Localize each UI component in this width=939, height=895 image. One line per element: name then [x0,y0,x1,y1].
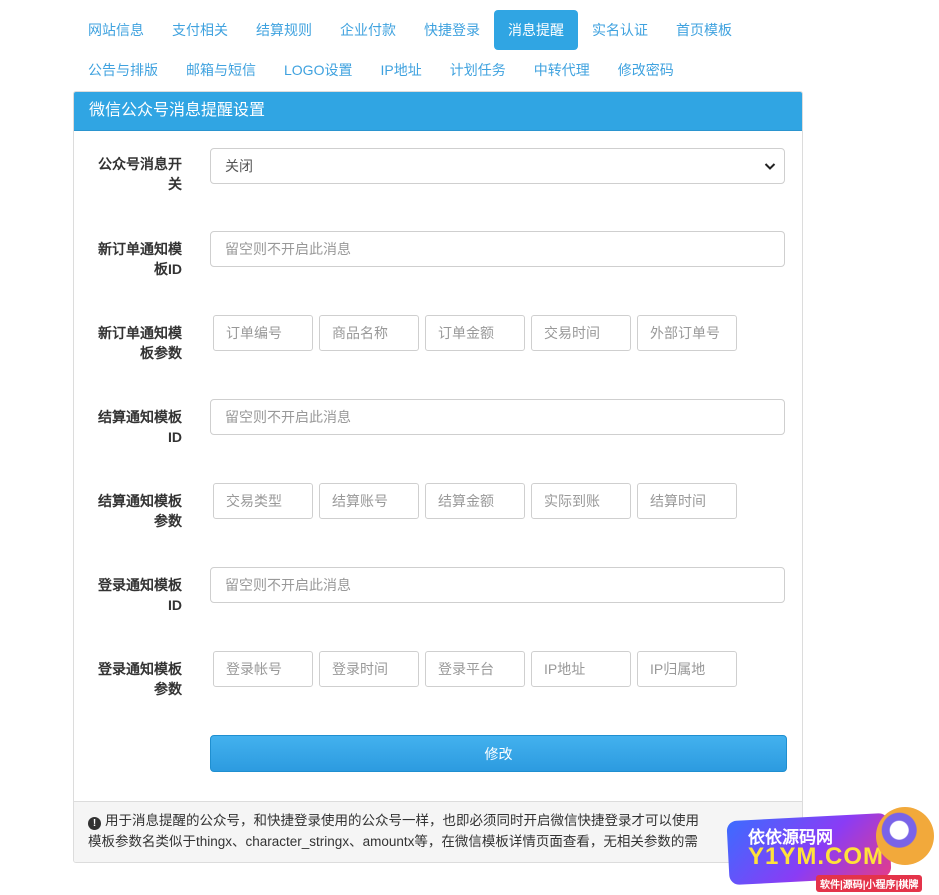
order-template-id-input[interactable] [210,231,785,267]
login-param-input[interactable] [213,651,313,687]
login-param-input[interactable] [319,651,419,687]
tab-quick-login[interactable]: 快捷登录 [410,10,494,50]
login-template-id-label: 登录通知模板 ID [98,577,182,613]
settle-param-input[interactable] [637,483,737,519]
tab-website-info[interactable]: 网站信息 [74,10,158,50]
tab-change-password[interactable]: 修改密码 [604,50,688,90]
settle-template-params-label: 结算通知模板 参数 [98,493,182,529]
settle-param-input[interactable] [319,483,419,519]
tab-logo-settings[interactable]: LOGO设置 [270,50,366,90]
tab-ip-address[interactable]: IP地址 [366,50,435,90]
settle-param-input[interactable] [425,483,525,519]
order-param-input[interactable] [531,315,631,351]
login-params-group [213,651,737,687]
login-param-input[interactable] [531,651,631,687]
tab-email-sms[interactable]: 邮箱与短信 [172,50,270,90]
tab-settlement-rules[interactable]: 结算规则 [242,10,326,50]
watermark-text-2: Y1YM.COM [748,843,885,870]
order-param-input[interactable] [425,315,525,351]
message-switch-select[interactable]: 关闭 [210,148,785,184]
settle-template-id-input[interactable] [210,399,785,435]
panel-title: 微信公众号消息提醒设置 [74,92,802,131]
watermark-logo: 依依源码网 Y1YM.COM 软件|源码|小程序|棋牌 [718,803,939,895]
tab-message-notify[interactable]: 消息提醒 [494,10,578,50]
settle-template-id-label: 结算通知模板 ID [98,409,182,445]
switch-label: 公众号消息开关 [98,156,182,192]
order-param-input[interactable] [319,315,419,351]
submit-button[interactable]: 修改 [210,735,787,772]
settings-panel: 微信公众号消息提醒设置 公众号消息开关 关闭 新订单通知模板ID 新订单通知模板… [73,91,803,863]
info-icon: ! [88,817,101,830]
order-param-input[interactable] [637,315,737,351]
settle-param-input[interactable] [531,483,631,519]
help-line-2: 模板参数名类似于thingx、character_stringx、amountx… [88,834,698,849]
tab-payment[interactable]: 支付相关 [158,10,242,50]
order-template-id-label: 新订单通知模 板ID [98,241,182,277]
login-param-input[interactable] [637,651,737,687]
tab-announcement-layout[interactable]: 公告与排版 [74,50,172,90]
login-template-id-input[interactable] [210,567,785,603]
tab-home-template[interactable]: 首页模板 [662,10,746,50]
tab-row-1: 网站信息 支付相关 结算规则 企业付款 快捷登录 消息提醒 实名认证 首页模板 [74,10,814,50]
order-param-input[interactable] [213,315,313,351]
watermark-text-3: 软件|源码|小程序|棋牌 [816,875,923,892]
tab-relay-proxy[interactable]: 中转代理 [520,50,604,90]
settings-tabs: 网站信息 支付相关 结算规则 企业付款 快捷登录 消息提醒 实名认证 首页模板 … [74,10,814,90]
help-footer: ! 用于消息提醒的公众号，和快捷登录使用的公众号一样，也即必须同时开启微信快捷登录… [74,801,802,862]
tab-enterprise-payout[interactable]: 企业付款 [326,10,410,50]
order-params-group [213,315,737,351]
login-template-params-label: 登录通知模板 参数 [98,661,182,697]
login-param-input[interactable] [425,651,525,687]
tab-row-2: 公告与排版 邮箱与短信 LOGO设置 IP地址 计划任务 中转代理 修改密码 [74,50,814,90]
order-template-params-label: 新订单通知模 板参数 [98,325,182,361]
settle-param-input[interactable] [213,483,313,519]
help-line-1: ! 用于消息提醒的公众号，和快捷登录使用的公众号一样，也即必须同时开启微信快捷登录… [88,810,788,831]
settle-params-group [213,483,737,519]
tab-realname-auth[interactable]: 实名认证 [578,10,662,50]
tab-scheduled-tasks[interactable]: 计划任务 [436,50,520,90]
magnifier-icon [876,807,934,865]
